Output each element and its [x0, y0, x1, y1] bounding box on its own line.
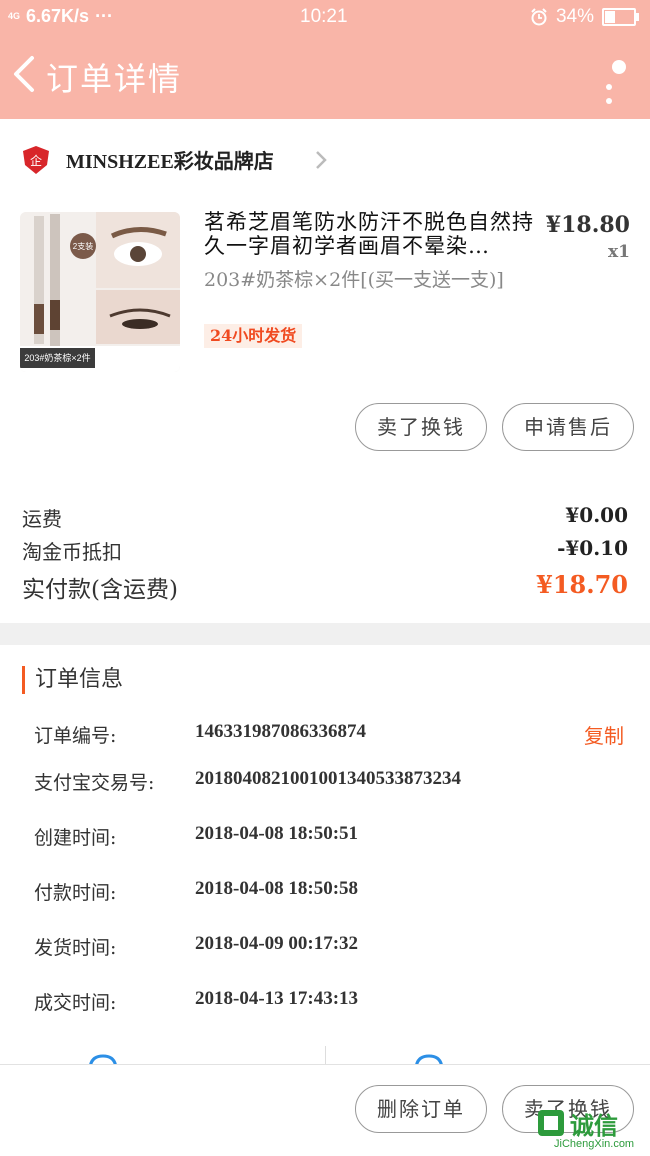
battery-icon — [602, 8, 639, 26]
shipping-badge: 24小时发货 — [204, 324, 303, 348]
phone-icon[interactable] — [414, 1052, 444, 1064]
more-icon-dot-large — [612, 60, 626, 74]
info-label: 发货时间: — [34, 937, 117, 959]
info-row-shipped-time: 发货时间: 2018-04-09 00:17:32 — [34, 933, 634, 963]
delete-order-button[interactable]: 删除订单 — [355, 1085, 487, 1133]
watermark-brand: 诚信 — [570, 1111, 618, 1140]
watermark-url: JiChengXin.com — [554, 1138, 635, 1150]
alipay-number-value: 2018040821001001340533873234 — [195, 768, 461, 789]
more-icon-dot — [606, 84, 612, 90]
product-image-count: 2支装 — [72, 242, 94, 251]
section-divider — [0, 623, 650, 645]
product-sku: 203#奶茶棕×2件[(买一支送一支)] — [204, 269, 504, 291]
back-arrow-icon[interactable] — [10, 54, 38, 94]
product-price: ¥18.80 — [545, 212, 630, 238]
shipping-fee-value: ¥0.00 — [565, 503, 628, 527]
paid-time-value: 2018-04-08 18:50:58 — [195, 878, 359, 899]
product-image[interactable]: 2支装 203#奶茶棕×2件 — [20, 212, 180, 372]
coin-deduction-row: 淘金币抵扣 -¥0.10 — [22, 536, 628, 564]
store-name[interactable]: MINSHZEE彩妆品牌店 — [66, 145, 274, 174]
battery-fill — [605, 11, 615, 23]
divider-line — [325, 1046, 326, 1064]
product-title[interactable]: 茗希芝眉笔防水防汗不脱色自然持久一字眉初学者画眉不晕染… — [204, 210, 534, 258]
sell-item-button[interactable]: 卖了换钱 — [355, 403, 487, 451]
chevron-right-icon — [316, 151, 327, 169]
more-menu-button[interactable] — [602, 46, 626, 106]
shipping-fee-row: 运费 ¥0.00 — [22, 503, 628, 531]
alarm-icon — [531, 8, 547, 26]
order-info-heading: 订单信息 — [22, 666, 123, 694]
coin-deduction-value: -¥0.10 — [557, 536, 628, 560]
status-right: 34% — [530, 6, 639, 28]
info-label: 支付宝交易号: — [34, 772, 155, 794]
created-time-value: 2018-04-08 18:50:51 — [195, 823, 359, 844]
info-label: 成交时间: — [34, 992, 117, 1014]
total-paid-row: 实付款(含运费) ¥18.70 — [22, 570, 628, 604]
completed-time-value: 2018-04-13 17:43:13 — [195, 988, 359, 1009]
battery-percent: 34% — [555, 6, 594, 27]
watermark-logo-icon — [538, 1110, 564, 1136]
store-row[interactable]: 企 MINSHZEE彩妆品牌店 — [0, 119, 650, 197]
info-label: 订单编号: — [34, 725, 117, 747]
copy-order-number-button[interactable]: 复制 — [584, 720, 624, 749]
network-indicator: 4G — [8, 11, 21, 21]
total-paid-label: 实付款(含运费) — [22, 577, 178, 603]
order-number-value: 146331987086336874 — [195, 721, 366, 742]
apply-after-sale-button[interactable]: 申请售后 — [502, 403, 634, 451]
store-logo-icon: 企 — [23, 146, 49, 174]
shipped-time-value: 2018-04-09 00:17:32 — [195, 933, 359, 954]
info-row-completed-time: 成交时间: 2018-04-13 17:43:13 — [34, 988, 634, 1018]
info-row-alipay-number: 支付宝交易号: 2018040821001001340533873234 — [34, 768, 634, 798]
coin-deduction-label: 淘金币抵扣 — [22, 540, 122, 564]
info-row-order-number: 订单编号: 146331987086336874 — [34, 721, 634, 751]
status-bar: 4G 6.67K/s ··· 10:21 34% — [0, 0, 650, 32]
watermark: 诚信 JiChengXin.com — [532, 1106, 648, 1155]
contact-row-partial — [0, 1040, 650, 1064]
more-icon-dot — [606, 98, 612, 104]
info-row-paid-time: 付款时间: 2018-04-08 18:50:58 — [34, 878, 634, 908]
clock: 10:21 — [300, 6, 348, 27]
product-image-caption: 203#奶茶棕×2件 — [20, 348, 95, 368]
info-label: 付款时间: — [34, 882, 117, 904]
shipping-fee-label: 运费 — [22, 507, 62, 531]
network-speed: 6.67K/s — [26, 6, 90, 26]
chat-icon[interactable] — [88, 1052, 118, 1064]
info-row-created-time: 创建时间: 2018-04-08 18:50:51 — [34, 823, 634, 853]
info-label: 创建时间: — [34, 827, 117, 849]
status-dots: ··· — [95, 6, 114, 26]
svg-text:企: 企 — [30, 153, 42, 168]
page-title: 订单详情 — [46, 60, 183, 98]
total-paid-value: ¥18.70 — [536, 570, 628, 599]
status-left: 4G 6.67K/s ··· — [8, 6, 113, 27]
product-quantity: x1 — [608, 242, 630, 262]
nav-bar: 订单详情 — [0, 32, 650, 119]
